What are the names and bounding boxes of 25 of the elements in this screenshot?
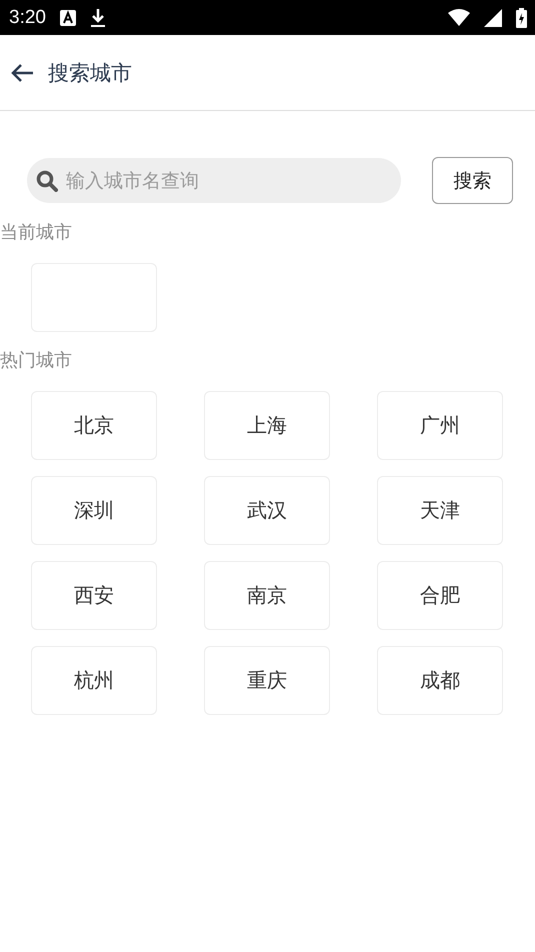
search-field[interactable]: 输入城市名查询 — [27, 158, 401, 203]
download-icon — [90, 8, 106, 28]
section-label: 当前城市 — [0, 221, 73, 244]
back-button[interactable] — [10, 62, 34, 82]
city-tile[interactable]: 重庆 — [204, 646, 330, 715]
search-icon — [36, 170, 58, 192]
city-tile[interactable]: 上海 — [204, 391, 330, 460]
search-button[interactable]: 搜索 — [432, 157, 513, 204]
city-tile[interactable]: 天津 — [377, 476, 503, 545]
battery-icon — [516, 8, 527, 28]
page-title: 搜索城市 — [48, 60, 132, 86]
signal-icon — [484, 8, 502, 26]
city-tile[interactable]: 北京 — [31, 391, 157, 460]
wifi-icon — [448, 9, 470, 26]
city-tile[interactable]: 广州 — [377, 391, 503, 460]
city-tile[interactable]: 成都 — [377, 646, 503, 715]
status-time: 3:20 — [9, 6, 46, 28]
city-tile[interactable]: 合肥 — [377, 561, 503, 630]
font-icon — [60, 10, 76, 26]
city-tile[interactable]: 杭州 — [31, 646, 157, 715]
city-tile[interactable]: 武汉 — [204, 476, 330, 545]
city-tile[interactable]: 南京 — [204, 561, 330, 630]
section-label: 热门城市 — [0, 349, 73, 372]
city-tile[interactable]: 深圳 — [31, 476, 157, 545]
city-tile[interactable]: 西安 — [31, 561, 157, 630]
